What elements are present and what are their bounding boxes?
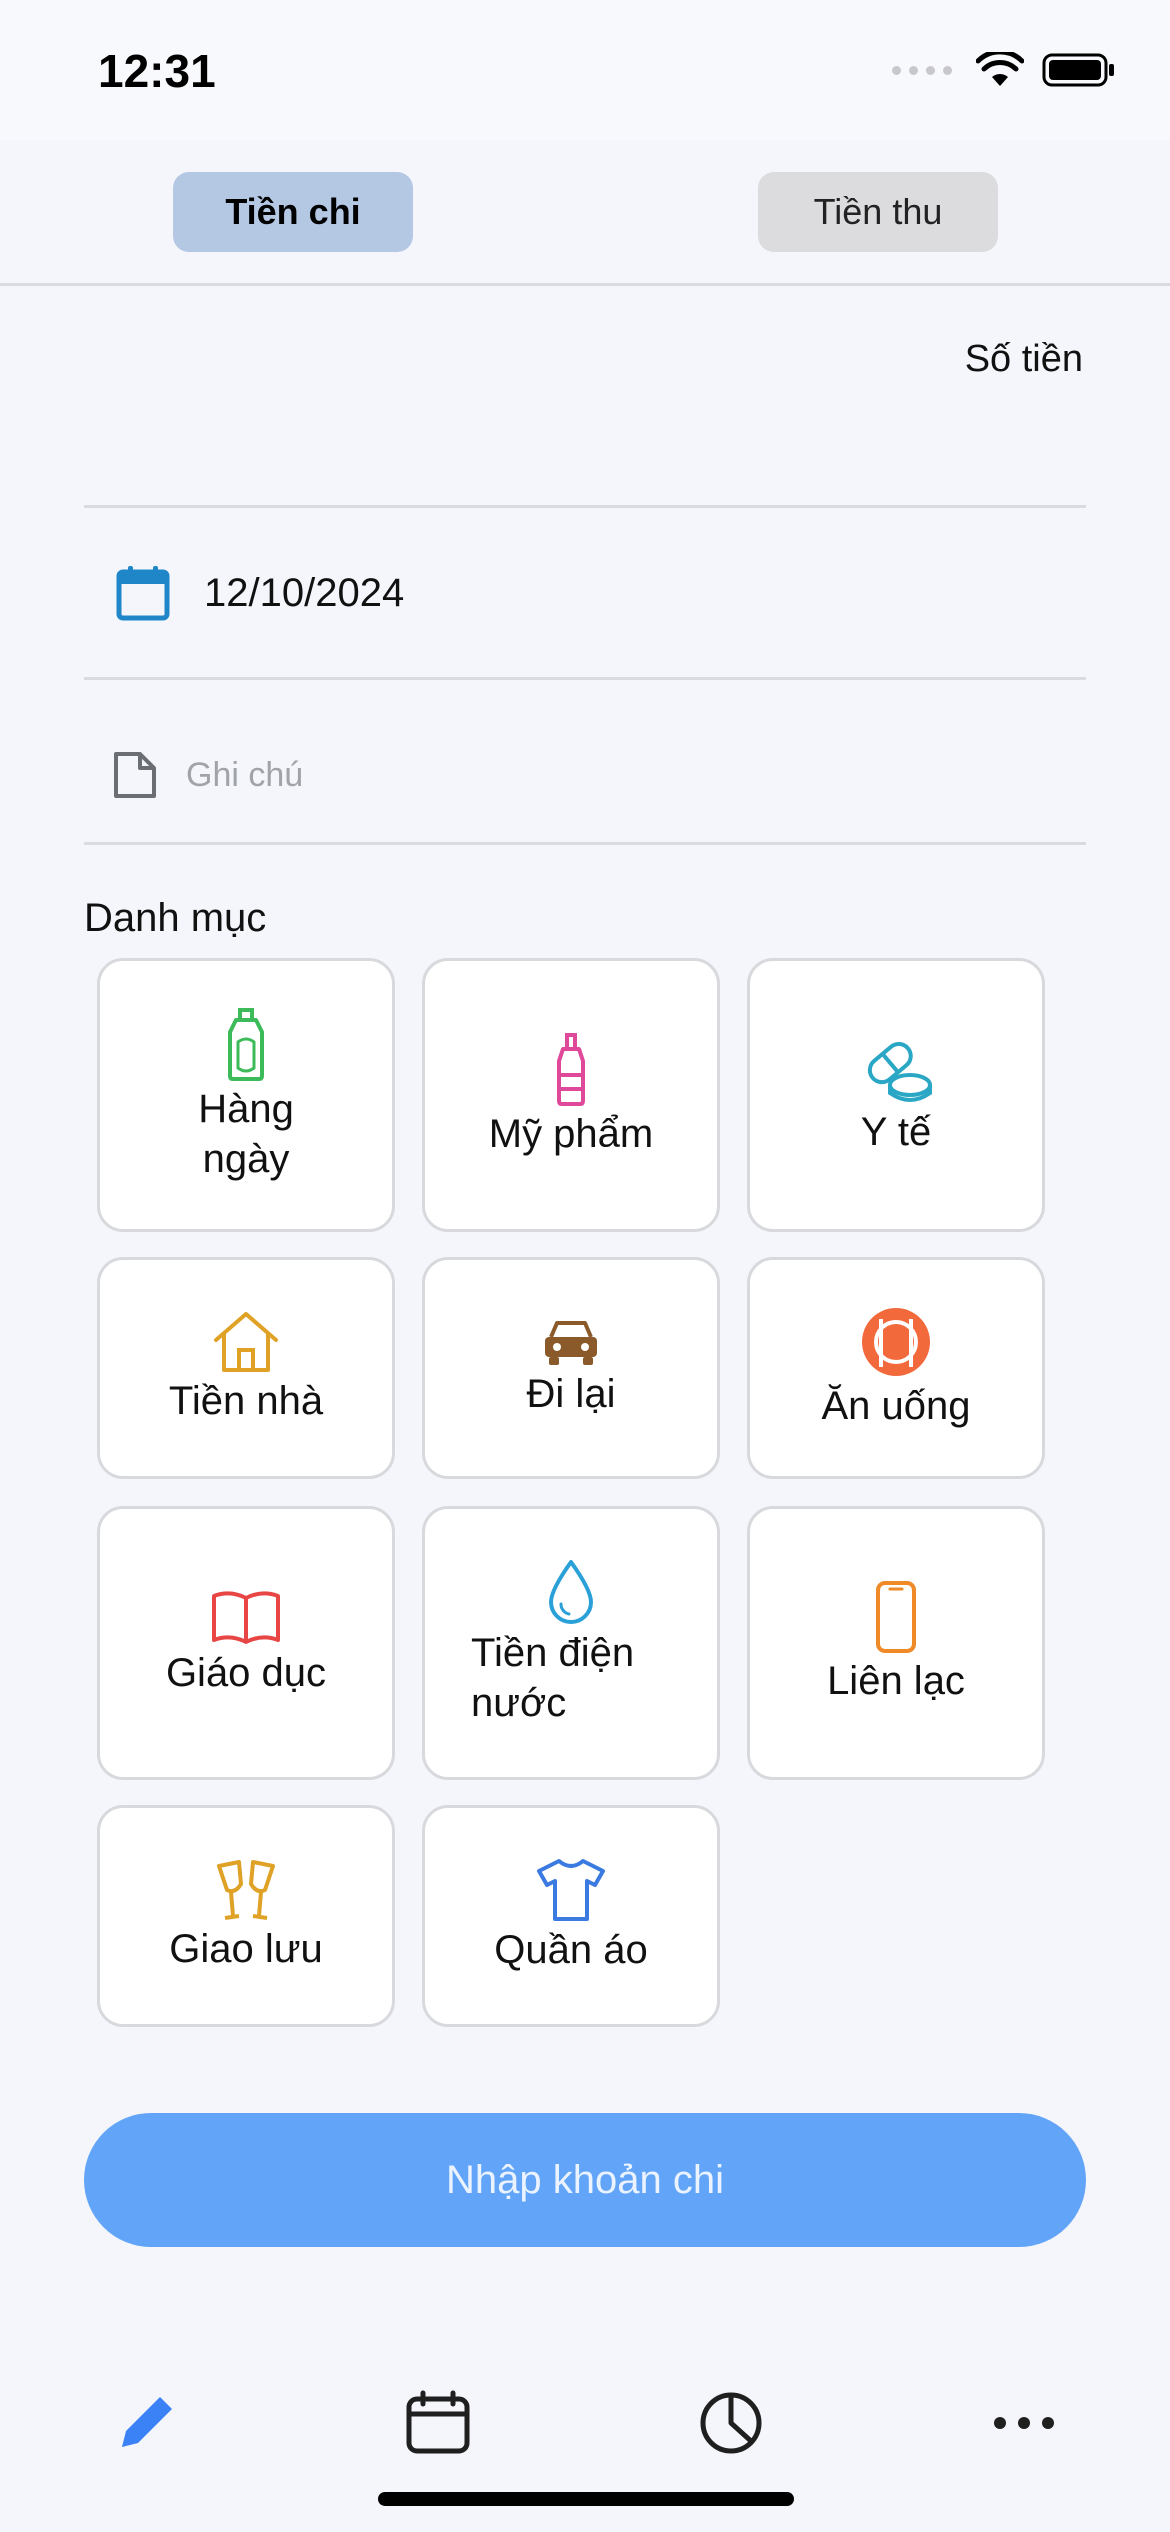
calendar-icon — [116, 566, 170, 621]
water-drop-icon — [549, 1560, 593, 1624]
open-book-icon — [212, 1591, 280, 1644]
tab-report[interactable] — [686, 2378, 776, 2468]
date-value: 12/10/2024 — [204, 570, 405, 615]
pills-icon — [867, 1042, 932, 1102]
type-switch: Tiền chi Tiền thu — [0, 140, 1170, 286]
status-time: 12:31 — [98, 45, 216, 97]
category-title: Danh mục — [84, 896, 267, 940]
category-communication[interactable]: Liên lạc — [747, 1506, 1045, 1780]
category-cosmetics[interactable]: Mỹ phẩm — [422, 958, 720, 1232]
car-icon — [545, 1321, 597, 1365]
tab-expense[interactable]: Tiền chi — [173, 172, 413, 252]
house-icon — [214, 1312, 278, 1372]
date-row[interactable]: 12/10/2024 — [84, 548, 404, 638]
category-daily[interactable]: Hàng ngày — [97, 958, 395, 1232]
plate-fork-knife-icon — [862, 1308, 930, 1376]
category-label: Giao lưu — [169, 1927, 323, 1971]
pencil-icon — [122, 2397, 172, 2447]
category-label: Tiền điện nước — [471, 1631, 635, 1725]
note-divider — [84, 842, 1086, 845]
note-row — [84, 730, 986, 820]
category-label: Y tế — [860, 1110, 932, 1154]
wifi-icon — [976, 52, 1024, 86]
submit-expense-button[interactable]: Nhập khoản chi — [84, 2113, 1086, 2247]
category-label: Tiền nhà — [168, 1379, 324, 1423]
category-label: Liên lạc — [827, 1659, 965, 1703]
t-shirt-icon — [537, 1859, 605, 1921]
battery-icon — [1042, 53, 1114, 87]
category-food[interactable]: Ăn uống — [747, 1257, 1045, 1479]
category-transport[interactable]: Đi lại — [422, 1257, 720, 1479]
pie-chart-icon — [700, 2392, 762, 2454]
note-icon — [114, 752, 156, 798]
note-input[interactable] — [186, 755, 986, 795]
calendar-icon — [406, 2390, 470, 2454]
date-divider — [84, 677, 1086, 680]
amount-label: Số tiền — [964, 338, 1083, 380]
tab-calendar[interactable] — [393, 2378, 483, 2468]
cheers-glasses-icon — [217, 1860, 275, 1920]
status-icons — [892, 52, 1116, 88]
amount-divider — [84, 505, 1086, 508]
tab-more[interactable] — [979, 2378, 1069, 2468]
category-label: Quần áo — [494, 1928, 648, 1972]
category-label: Ăn uống — [821, 1384, 971, 1428]
tab-income[interactable]: Tiền thu — [758, 172, 998, 252]
category-label: Hàng ngày — [198, 1087, 294, 1181]
category-social[interactable]: Giao lưu — [97, 1805, 395, 2027]
category-label: Giáo dục — [165, 1651, 327, 1695]
cellular-signal-icon — [892, 65, 952, 75]
category-health[interactable]: Y tế — [747, 958, 1045, 1232]
home-indicator — [378, 2492, 794, 2506]
more-dots-icon — [994, 2417, 1054, 2429]
category-education[interactable]: Giáo dục — [97, 1506, 395, 1780]
tab-input[interactable] — [101, 2378, 191, 2468]
cosmetic-bottle-icon — [557, 1033, 585, 1106]
category-utilities[interactable]: Tiền điện nước — [422, 1506, 720, 1780]
category-clothing[interactable]: Quần áo — [422, 1805, 720, 2027]
category-housing[interactable]: Tiền nhà — [97, 1257, 395, 1479]
mobile-phone-icon — [876, 1581, 916, 1653]
status-bar: 12:31 — [0, 0, 1170, 140]
category-label: Đi lại — [526, 1372, 616, 1416]
category-label: Mỹ phẩm — [488, 1112, 654, 1156]
detergent-bottle-icon — [228, 1008, 264, 1081]
